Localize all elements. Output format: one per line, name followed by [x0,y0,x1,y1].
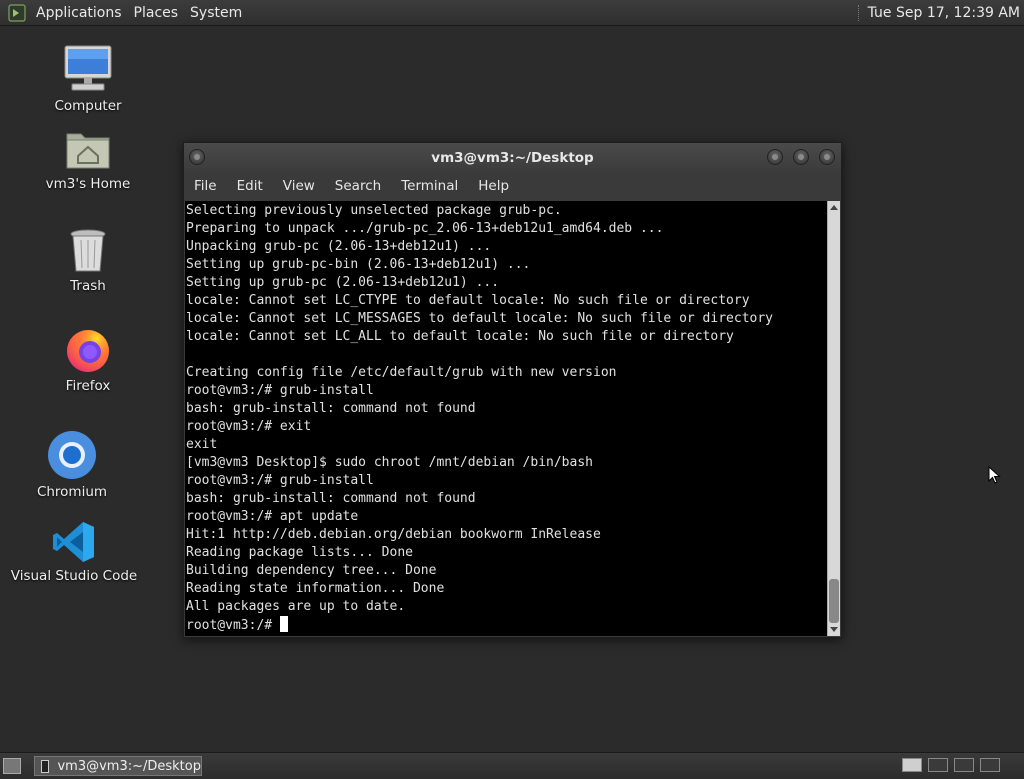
applications-menu[interactable]: Applications [32,5,130,21]
terminal-line: Creating config file /etc/default/grub w… [186,365,617,380]
window-titlebar[interactable]: vm3@vm3:~/Desktop [184,143,841,173]
workspace-4[interactable] [980,758,1000,772]
desktop-icon-label: Computer [54,98,122,114]
terminal-line: Setting up grub-pc-bin (2.06-13+deb12u1)… [186,257,531,272]
vscode-icon [53,522,94,562]
scroll-up-arrow-icon[interactable] [830,205,838,210]
window-menubar: File Edit View Search Terminal Help [184,173,841,199]
home-folder-icon [66,133,110,169]
menu-search[interactable]: Search [325,178,391,194]
desktop-icon-computer[interactable]: Computer [23,44,153,114]
terminal-line: Reading state information... Done [186,581,445,596]
desktop-icon-trash[interactable]: Trash [23,228,153,294]
computer-icon [64,45,112,91]
panel-separator [857,4,862,21]
mouse-pointer-icon [988,466,1001,484]
trash-icon [70,229,106,272]
menu-edit[interactable]: Edit [227,178,273,194]
menu-help[interactable]: Help [468,178,519,194]
terminal-line: locale: Cannot set LC_CTYPE to default l… [186,293,750,308]
terminal-line: Unpacking grub-pc (2.06-13+deb12u1) ... [186,239,492,254]
terminal-window[interactable]: vm3@vm3:~/Desktop File Edit View Search … [183,142,842,638]
terminal-line: bash: grub-install: command not found [186,401,476,416]
terminal-icon [41,759,50,773]
desktop-icon-label: Trash [70,278,106,294]
terminal-line: Hit:1 http://deb.debian.org/debian bookw… [186,527,601,542]
scrollbar-thumb[interactable] [829,579,839,623]
terminal-line: bash: grub-install: command not found [186,491,476,506]
bottom-panel: vm3@vm3:~/Desktop [0,752,1024,779]
desktop-icon-vscode[interactable]: Visual Studio Code [9,520,139,584]
desktop-icon-label: Firefox [65,378,111,394]
terminal-line: Selecting previously unselected package … [186,203,562,218]
firefox-icon [67,330,109,372]
terminal-line: root@vm3:/# grub-install [186,473,374,488]
terminal-line: root@vm3:/# exit [186,419,312,434]
menu-view[interactable]: View [273,178,325,194]
taskbar-item-label: vm3@vm3:~/Desktop [57,758,201,774]
terminal-line: root@vm3:/# grub-install [186,383,374,398]
maximize-button[interactable] [793,149,809,165]
scroll-down-arrow-icon[interactable] [830,627,838,632]
terminal-scrollbar[interactable] [827,201,840,636]
taskbar-item-terminal[interactable]: vm3@vm3:~/Desktop [34,756,202,776]
terminal-output[interactable]: Selecting previously unselected package … [185,201,827,636]
desktop-icon-label: Visual Studio Code [10,568,138,584]
terminal-line: All packages are up to date. [186,599,406,614]
terminal-line: Preparing to unpack .../grub-pc_2.06-13+… [186,221,664,236]
menu-file[interactable]: File [184,178,227,194]
window-title: vm3@vm3:~/Desktop [431,150,594,166]
text-cursor [279,616,288,632]
desktop-icon-chromium[interactable]: Chromium [7,430,137,500]
show-desktop-icon[interactable] [3,758,21,774]
minimize-button[interactable] [767,149,783,165]
terminal-line: exit [186,437,218,452]
terminal-line: Building dependency tree... Done [186,563,437,578]
chromium-icon [48,431,96,479]
distro-logo-icon[interactable] [8,3,26,22]
desktop-icon-home[interactable]: vm3's Home [23,126,153,192]
desktop-icon-label: Chromium [36,484,108,500]
terminal-prompt-line[interactable]: root@vm3:/# [186,616,827,634]
places-menu[interactable]: Places [130,5,187,21]
terminal-line: locale: Cannot set LC_MESSAGES to defaul… [186,311,773,326]
terminal-prompt: root@vm3:/# [186,618,280,633]
terminal-line: locale: Cannot set LC_ALL to default loc… [186,329,734,344]
terminal-line: root@vm3:/# apt update [186,509,359,524]
clock[interactable]: Tue Sep 17, 12:39 AM [868,5,1024,21]
desktop-icon-firefox[interactable]: Firefox [23,326,153,394]
terminal-line: Setting up grub-pc (2.06-13+deb12u1) ... [186,275,500,290]
terminal-line: Reading package lists... Done [186,545,413,560]
desktop-icon-label: vm3's Home [45,176,131,192]
menu-terminal[interactable]: Terminal [391,178,468,194]
window-menu-button[interactable] [189,149,205,165]
workspace-1[interactable] [902,758,922,772]
top-panel: Applications Places System Tue Sep 17, 1… [0,0,1024,26]
terminal-line: [vm3@vm3 Desktop]$ sudo chroot /mnt/debi… [186,455,593,470]
close-button[interactable] [819,149,835,165]
workspace-2[interactable] [928,758,948,772]
workspace-3[interactable] [954,758,974,772]
system-menu[interactable]: System [186,5,250,21]
